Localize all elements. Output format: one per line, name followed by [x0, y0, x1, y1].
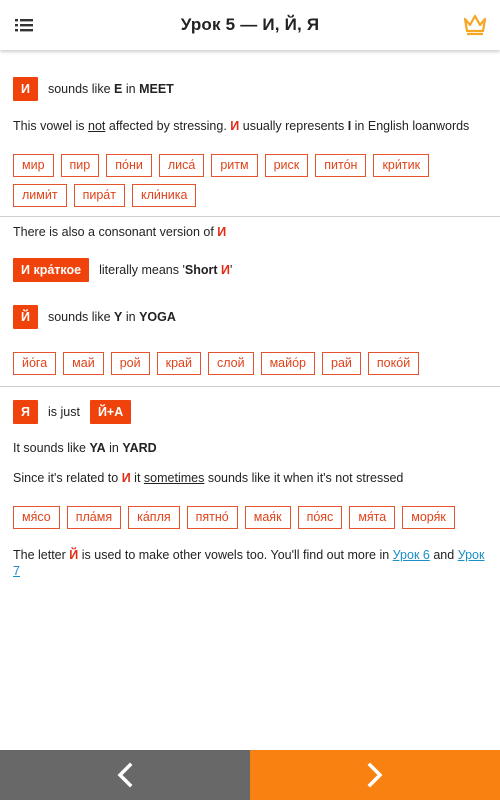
- word-chip[interactable]: ритм: [211, 154, 258, 177]
- word-chip[interactable]: мир: [13, 154, 54, 177]
- word-chip[interactable]: пир: [60, 154, 100, 177]
- short-i-meaning: literally means 'Short И': [99, 263, 232, 277]
- letter-y-row: Й sounds like Y in YOGA: [13, 305, 487, 329]
- bold-word: Short: [184, 263, 218, 277]
- text-fragment: in English loanwords: [354, 119, 470, 133]
- highlight-letter: И: [230, 119, 240, 133]
- short-i-badge: И кра́ткое: [13, 258, 90, 282]
- letter-badge-i: И: [13, 77, 38, 101]
- previous-button[interactable]: [0, 750, 250, 800]
- word-chip[interactable]: пито́н: [315, 154, 367, 177]
- word-chip[interactable]: поко́й: [367, 352, 420, 375]
- word-chip[interactable]: пла́мя: [66, 506, 122, 529]
- bottom-navigation: [0, 750, 500, 800]
- text-fragment: literally means: [99, 263, 179, 277]
- word-chips-y: йо́га май рой край слой майо́р рай поко́…: [13, 352, 487, 382]
- word-chip[interactable]: мя́та: [349, 506, 396, 529]
- in-text: in: [125, 310, 136, 324]
- text-fragment: sounds like it when it's not stressed: [207, 471, 404, 485]
- crown-icon[interactable]: [462, 12, 488, 36]
- text-fragment: There is also a consonant version of: [13, 225, 214, 239]
- sounds-like-text: sounds like: [47, 82, 111, 96]
- underlined-word: not: [88, 119, 106, 133]
- section-ya: Я is just Й+А It sounds like YA in YARD …: [0, 387, 500, 579]
- word-chip[interactable]: по́яс: [297, 506, 343, 529]
- word-chip[interactable]: кри́тик: [373, 154, 430, 177]
- consonant-version-text: There is also a consonant version of И: [13, 224, 487, 240]
- word-chip[interactable]: май: [63, 352, 104, 375]
- highlight-letter: Й: [69, 548, 79, 562]
- example-word: YOGA: [139, 310, 176, 324]
- sound-letter: Y: [114, 310, 123, 324]
- bold-letter: I: [347, 119, 352, 133]
- word-chips-ya: мя́со пла́мя ка́пля пятно́ мая́к по́яс м…: [13, 506, 487, 536]
- word-chip[interactable]: рой: [110, 352, 150, 375]
- letter-badge-y: Й: [13, 305, 38, 329]
- lesson-footer-note: The letter Й is used to make other vowel…: [13, 547, 487, 579]
- in-text: in: [125, 82, 136, 96]
- sound-letter: E: [114, 82, 123, 96]
- word-chips-i: мир пир по́ни лиса́ ритм риск пито́н кри…: [13, 154, 487, 214]
- text-fragment: it: [134, 471, 141, 485]
- word-chip[interactable]: рай: [322, 352, 361, 375]
- example-word: YARD: [122, 441, 157, 455]
- word-chip[interactable]: риск: [264, 154, 309, 177]
- text-fragment: and: [433, 548, 455, 562]
- word-chip[interactable]: ка́пля: [128, 506, 180, 529]
- letter-badge-ya: Я: [13, 400, 38, 424]
- sound-letter: YA: [89, 441, 106, 455]
- app-bar: Урок 5 — И, Й, Я: [0, 0, 500, 50]
- letter-i-description: sounds like E in MEET: [48, 82, 174, 96]
- text-fragment: It sounds like: [13, 441, 86, 455]
- sounds-like-text: sounds like: [47, 310, 111, 324]
- underlined-word: sometimes: [143, 471, 205, 485]
- word-chip[interactable]: пятно́: [186, 506, 238, 529]
- combo-badge: Й+А: [89, 400, 132, 424]
- letter-i-row: И sounds like E in MEET: [13, 77, 487, 101]
- text-fragment: usually represents: [242, 119, 345, 133]
- letter-ya-sound: It sounds like YA in YARD: [13, 440, 487, 456]
- word-chip[interactable]: майо́р: [260, 352, 316, 375]
- word-chip[interactable]: край: [156, 352, 201, 375]
- letter-i-explanation: This vowel is not affected by stressing.…: [13, 118, 487, 134]
- word-chip[interactable]: по́ни: [106, 154, 152, 177]
- word-chip[interactable]: моря́к: [402, 506, 455, 529]
- section-i: И sounds like E in MEET This vowel is no…: [0, 50, 500, 214]
- letter-ya-relation: Since it's related to И it sometimes sou…: [13, 470, 487, 486]
- lesson-6-link[interactable]: Урок 6: [393, 548, 430, 562]
- section-y: There is also a consonant version of И И…: [0, 217, 500, 382]
- highlight-letter: И: [221, 263, 230, 277]
- word-chip[interactable]: мая́к: [244, 506, 291, 529]
- quote-mark: ': [229, 263, 233, 277]
- text-fragment: is used to make other vowels too. You'll…: [81, 548, 390, 562]
- example-word: MEET: [139, 82, 174, 96]
- next-button[interactable]: [250, 750, 500, 800]
- word-chip[interactable]: пира́т: [73, 184, 125, 207]
- hamburger-menu-icon[interactable]: [14, 15, 34, 35]
- chevron-left-icon: [117, 762, 133, 788]
- page-title: Урок 5 — И, Й, Я: [180, 15, 320, 34]
- chevron-right-icon: [367, 762, 383, 788]
- word-chip[interactable]: слой: [207, 352, 254, 375]
- text-fragment: This vowel is: [13, 119, 85, 133]
- is-just-text: is just: [47, 405, 80, 419]
- highlight-letter: И: [121, 471, 131, 485]
- word-chip[interactable]: лими́т: [13, 184, 67, 207]
- text-fragment: The letter: [13, 548, 66, 562]
- word-chip[interactable]: лиса́: [158, 154, 205, 177]
- word-chip[interactable]: кли́ника: [131, 184, 197, 207]
- word-chip[interactable]: йо́га: [13, 352, 57, 375]
- word-chip[interactable]: мя́со: [13, 506, 60, 529]
- letter-ya-row: Я is just Й+А: [13, 400, 487, 424]
- highlight-letter: И: [217, 225, 227, 239]
- in-text: in: [109, 441, 119, 455]
- text-fragment: Since it's related to: [13, 471, 119, 485]
- lesson-content: И sounds like E in MEET This vowel is no…: [0, 50, 500, 750]
- letter-y-description: sounds like Y in YOGA: [48, 310, 176, 324]
- short-i-row: И кра́ткое literally means 'Short И': [13, 258, 487, 282]
- text-fragment: affected by stressing.: [108, 119, 227, 133]
